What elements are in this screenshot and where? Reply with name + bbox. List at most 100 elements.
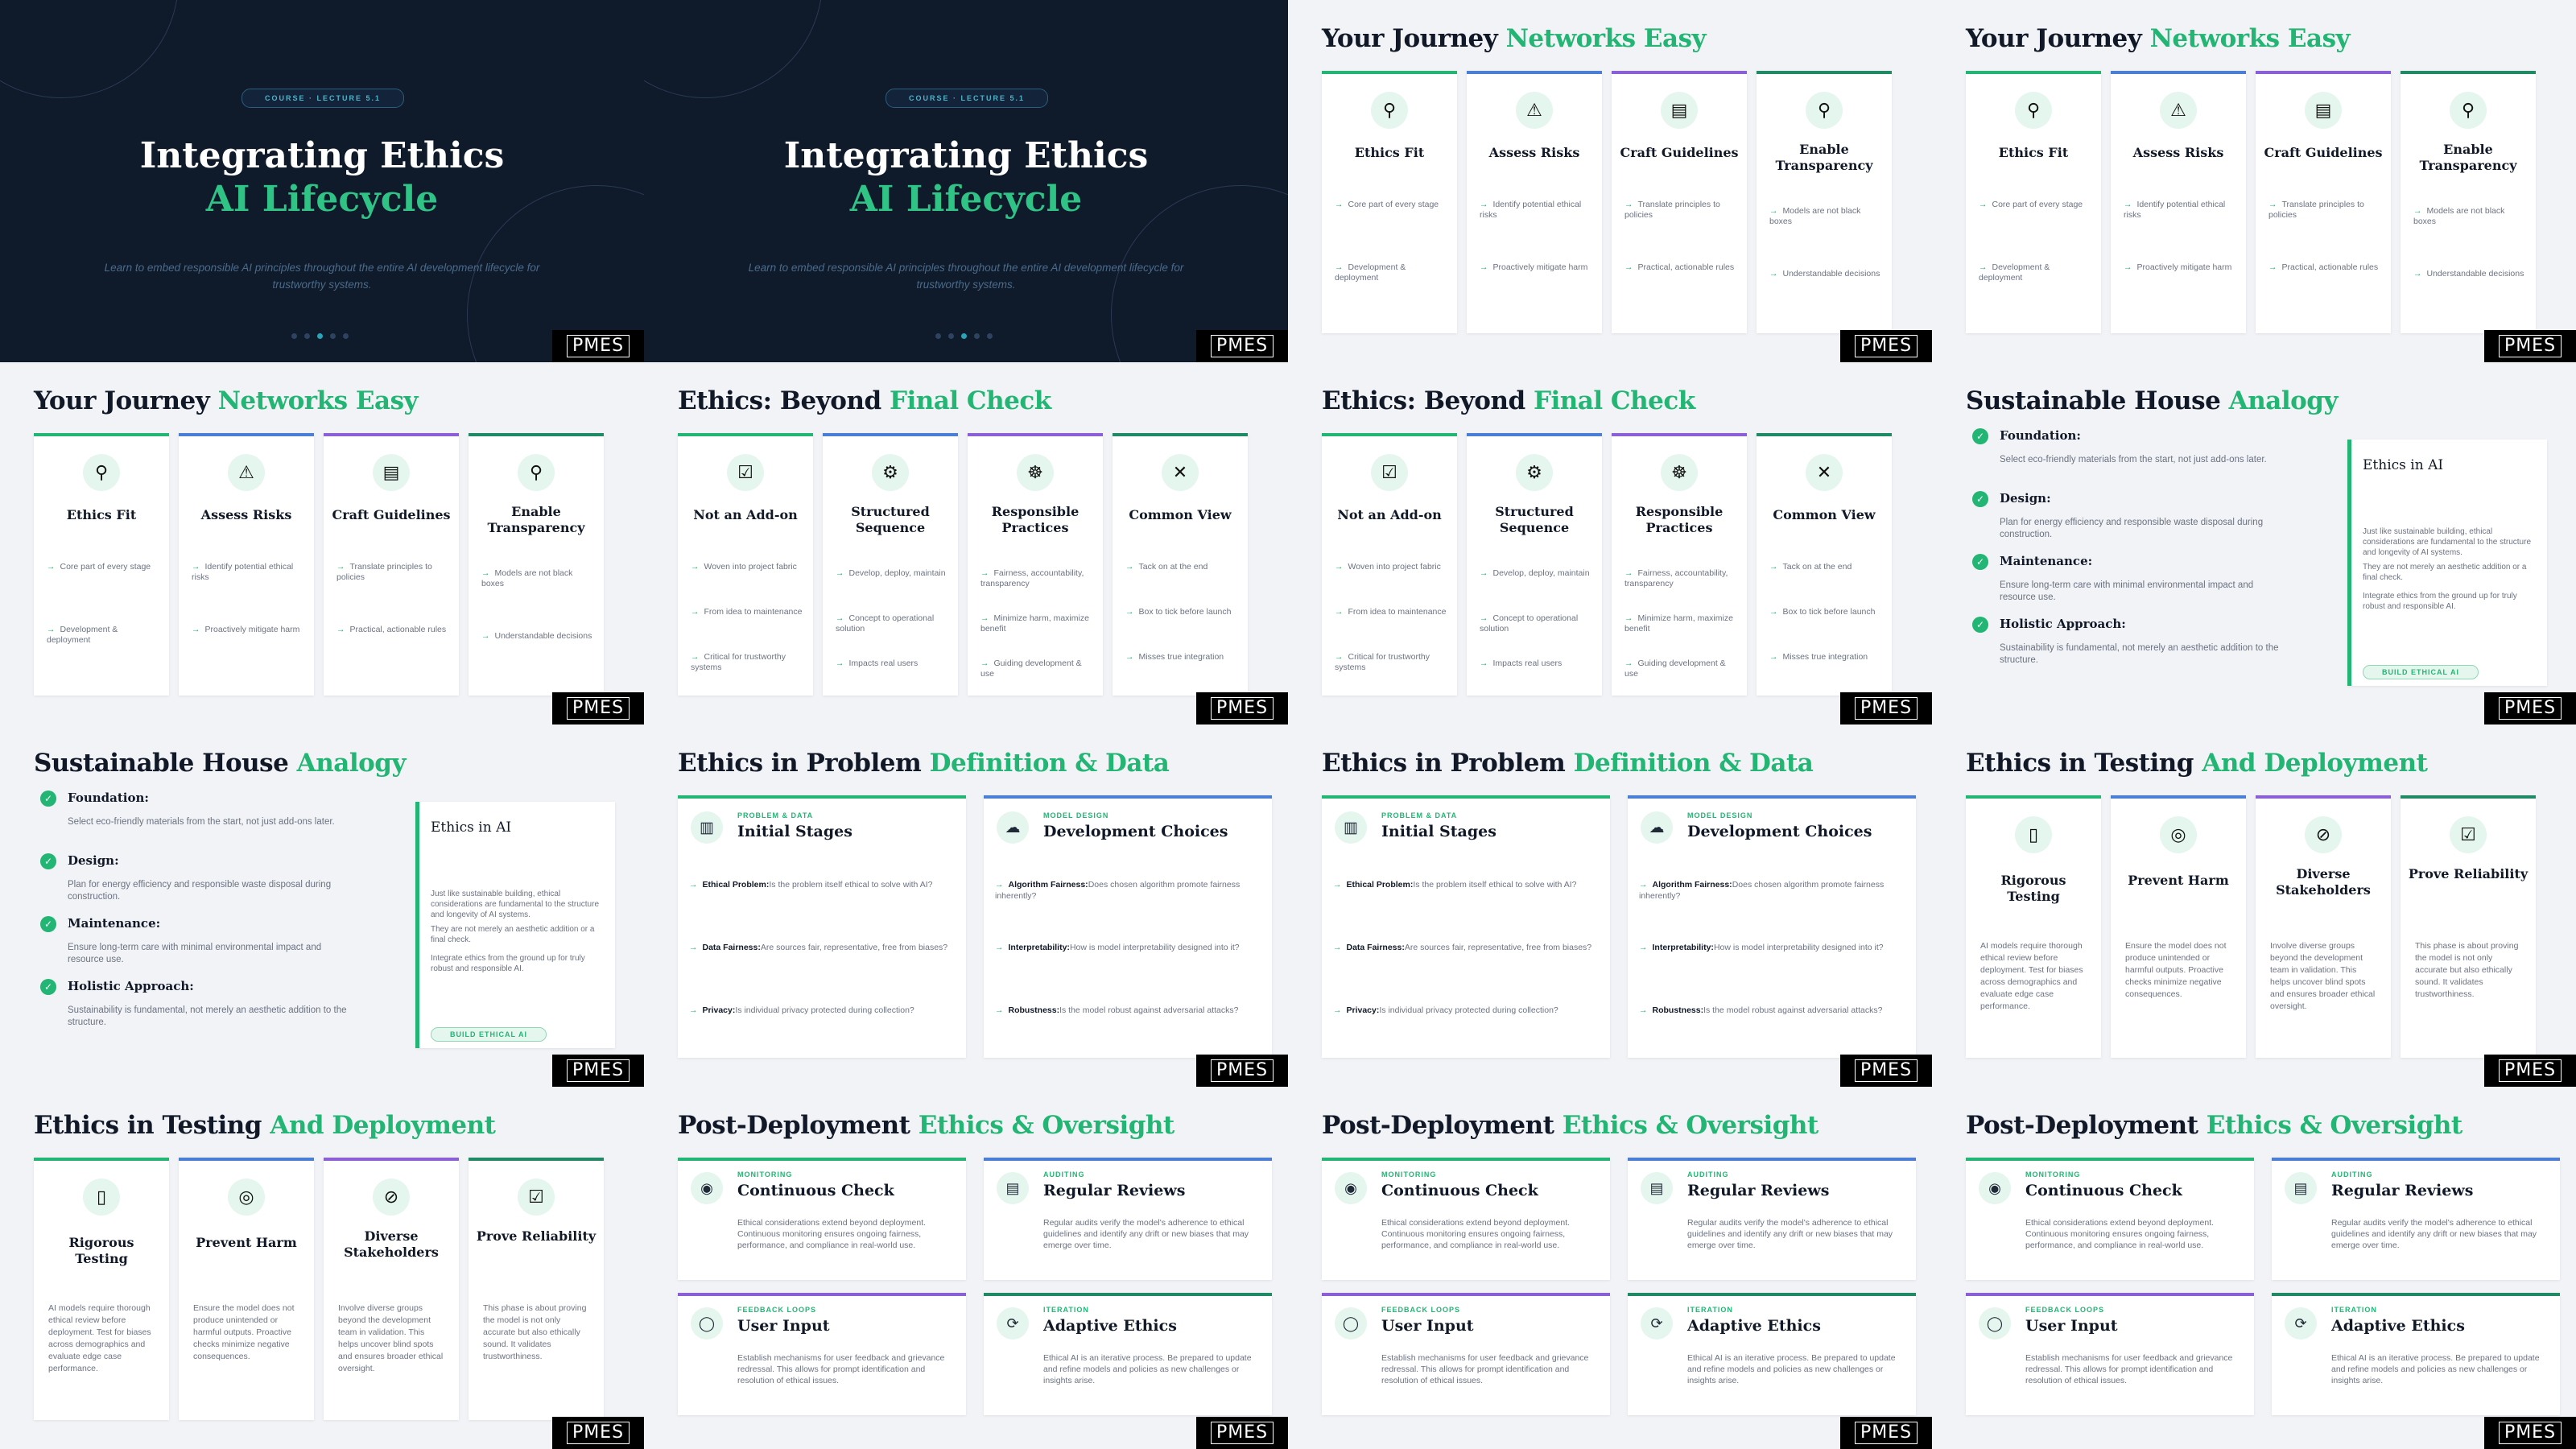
document-icon: ▤ [1661,92,1698,129]
card-2[interactable]: ◯ FEEDBACK LOOPS User Input Establish me… [1966,1293,2254,1415]
warning-icon: ⚠ [228,454,265,491]
card-0[interactable]: ◉ MONITORING Continuous Check Ethical co… [1966,1158,2254,1280]
card-2[interactable]: ▤ Craft Guidelines Translate principles … [2256,71,2391,333]
card-1[interactable]: ▤ AUDITING Regular Reviews Regular audit… [2272,1158,2560,1280]
pagination-dot[interactable] [935,333,941,339]
card-0[interactable]: ▯ Rigorous Testing AI models require tho… [34,1158,169,1420]
card-title: Prevent Harm [196,1235,297,1250]
pagination-dot[interactable] [291,333,297,339]
slide-title: Ethics in Problem Definition & Data [678,749,1170,778]
ethics-in-ai-box: Ethics in AI Just like sustainable buildi… [415,802,615,1048]
slide-title: Sustainable House Analogy [34,749,406,778]
slide-house[interactable]: Sustainable House Analogy ✓ Foundation: … [1932,362,2576,724]
pagination-dot[interactable] [343,333,349,339]
card-description: Establish mechanisms for user feedback a… [737,1353,945,1385]
card-2[interactable]: ⊘ Diverse Stakeholders Involve diverse g… [324,1158,459,1420]
build-ethical-ai-button[interactable]: BUILD ETHICAL AI [431,1027,547,1042]
build-ethical-ai-button[interactable]: BUILD ETHICAL AI [2363,665,2479,679]
card-1[interactable]: ⚠ Assess Risks Identify potential ethica… [2111,71,2246,333]
box-paragraph: They are not merely an aesthetic additio… [2363,563,2527,582]
card-3[interactable]: ☑ Prove Reliability This phase is about … [2401,795,2536,1058]
card-0[interactable]: ☑ Not an Add-on Woven into project fabri… [678,433,813,696]
card-0[interactable]: ⚲ Ethics Fit Core part of every stage Dev… [1966,71,2101,333]
box-paragraph: They are not merely an aesthetic additio… [431,925,595,944]
card-2[interactable]: ☸ Responsible Practices Fairness, accoun… [1612,433,1747,696]
card-3[interactable]: ⟳ ITERATION Adaptive Ethics Ethical AI i… [2272,1293,2560,1415]
pagination-dot[interactable] [330,333,336,339]
check-icon: ☑ [518,1179,555,1216]
slide-title[interactable]: COURSE · LECTURE 5.1 Integrating Ethics … [644,0,1288,362]
card-1[interactable]: ☁ MODEL DESIGN Development Choices Algor… [984,795,1272,1058]
card-3[interactable]: ✕ Common View Tack on at the end Box to t… [1757,433,1892,696]
card-title: Craft Guidelines [1620,145,1739,160]
card-bullet: Models are not black boxes [481,568,594,589]
slide-beyond[interactable]: Ethics: Beyond Final Check ☑ Not an Add-… [1288,362,1932,724]
slide-problem[interactable]: Ethics in Problem Definition & Data ▥ PR… [644,724,1288,1087]
card-0[interactable]: ◉ MONITORING Continuous Check Ethical co… [678,1158,966,1280]
slide-house[interactable]: Sustainable House Analogy ✓ Foundation: … [0,724,644,1087]
card-2[interactable]: ⊘ Diverse Stakeholders Involve diverse g… [2256,795,2391,1058]
card-0[interactable]: ◉ MONITORING Continuous Check Ethical co… [1322,1158,1610,1280]
card-3[interactable]: ⚲ Enable Transparency Models are not bla… [2401,71,2536,333]
pagination-dot[interactable] [317,333,323,339]
card-1[interactable]: ⚠ Assess Risks Identify potential ethica… [179,433,314,696]
card-tag: FEEDBACK LOOPS [1381,1306,1461,1314]
card-1[interactable]: ▤ AUDITING Regular Reviews Regular audit… [1628,1158,1916,1280]
slide-title[interactable]: COURSE · LECTURE 5.1 Integrating Ethics … [0,0,644,362]
slide-post[interactable]: Post-Deployment Ethics & Oversight ◉ MON… [1288,1087,1932,1449]
card-bullet: Understandable decisions [1769,269,1882,279]
slide-testing[interactable]: Ethics in Testing And Deployment ▯ Rigor… [0,1087,644,1449]
card-0[interactable]: ⚲ Ethics Fit Core part of every stage Dev… [34,433,169,696]
card-1[interactable]: ⚠ Assess Risks Identify potential ethica… [1467,71,1602,333]
card-2[interactable]: ▤ Craft Guidelines Translate principles … [1612,71,1747,333]
card-0[interactable]: ▥ PROBLEM & DATA Initial Stages Ethical … [678,795,966,1058]
slide-journey[interactable]: Your Journey Networks Easy ⚲ Ethics Fit … [1932,0,2576,362]
analogy-label: Maintenance: [68,916,161,931]
card-1[interactable]: ▤ AUDITING Regular Reviews Regular audit… [984,1158,1272,1280]
slide-beyond[interactable]: Ethics: Beyond Final Check ☑ Not an Add-… [644,362,1288,724]
card-3[interactable]: ⟳ ITERATION Adaptive Ethics Ethical AI i… [1628,1293,1916,1415]
card-3[interactable]: ✕ Common View Tack on at the end Box to t… [1113,433,1248,696]
card-3[interactable]: ⟳ ITERATION Adaptive Ethics Ethical AI i… [984,1293,1272,1415]
card-0[interactable]: ⚲ Ethics Fit Core part of every stage Dev… [1322,71,1457,333]
slide-testing[interactable]: Ethics in Testing And Deployment ▯ Rigor… [1932,724,2576,1087]
card-0[interactable]: ☑ Not an Add-on Woven into project fabri… [1322,433,1457,696]
card-2[interactable]: ◯ FEEDBACK LOOPS User Input Establish me… [678,1293,966,1415]
card-1[interactable]: ⚙ Structured Sequence Develop, deploy, m… [1467,433,1602,696]
card-title: Ethics Fit [1998,145,2069,160]
chat-icon: ◯ [1335,1307,1367,1340]
card-3[interactable]: ⚲ Enable Transparency Models are not bla… [1757,71,1892,333]
card-2[interactable]: ☸ Responsible Practices Fairness, accoun… [968,433,1103,696]
slide-journey[interactable]: Your Journey Networks Easy ⚲ Ethics Fit … [0,362,644,724]
check-circle-icon: ✓ [1972,617,1988,633]
slide-post[interactable]: Post-Deployment Ethics & Oversight ◉ MON… [1932,1087,2576,1449]
pagination-dot[interactable] [948,333,954,339]
card-0[interactable]: ▯ Rigorous Testing AI models require tho… [1966,795,2101,1058]
slide-problem[interactable]: Ethics in Problem Definition & Data ▥ PR… [1288,724,1932,1087]
pagination-dot[interactable] [304,333,310,339]
checkbox-icon: ☑ [1371,454,1408,491]
card-3[interactable]: ⚲ Enable Transparency Models are not bla… [469,433,604,696]
card-1[interactable]: ☁ MODEL DESIGN Development Choices Algor… [1628,795,1916,1058]
card-1[interactable]: ◎ Prevent Harm Ensure the model does not… [2111,795,2246,1058]
slide-journey[interactable]: Your Journey Networks Easy ⚲ Ethics Fit … [1288,0,1932,362]
card-2[interactable]: ◯ FEEDBACK LOOPS User Input Establish me… [1322,1293,1610,1415]
card-title: Enable Transparency [487,504,585,535]
magnifier-icon: ⚲ [518,454,555,491]
slide-post[interactable]: Post-Deployment Ethics & Oversight ◉ MON… [644,1087,1288,1449]
pmes-logo: PMES [1840,330,1932,362]
card-1[interactable]: ⚙ Structured Sequence Develop, deploy, m… [823,433,958,696]
pagination-dot[interactable] [974,333,980,339]
card-3[interactable]: ☑ Prove Reliability This phase is about … [469,1158,604,1420]
card-1[interactable]: ◎ Prevent Harm Ensure the model does not… [179,1158,314,1420]
card-bullet: Impacts real users [1480,658,1592,669]
card-tag: MONITORING [737,1170,793,1179]
card-2[interactable]: ▤ Craft Guidelines Translate principles … [324,433,459,696]
card-bullet: Translate principles to policies [1624,200,1737,221]
card-0[interactable]: ▥ PROBLEM & DATA Initial Stages Ethical … [1322,795,1610,1058]
pagination-dot[interactable] [987,333,993,339]
question-row: Algorithm Fairness:Does chosen algorithm… [995,879,1261,902]
pagination-dot[interactable] [961,333,967,339]
card-title: Adaptive Ethics [1687,1317,1821,1335]
card-tag: PROBLEM & DATA [1381,811,1458,819]
